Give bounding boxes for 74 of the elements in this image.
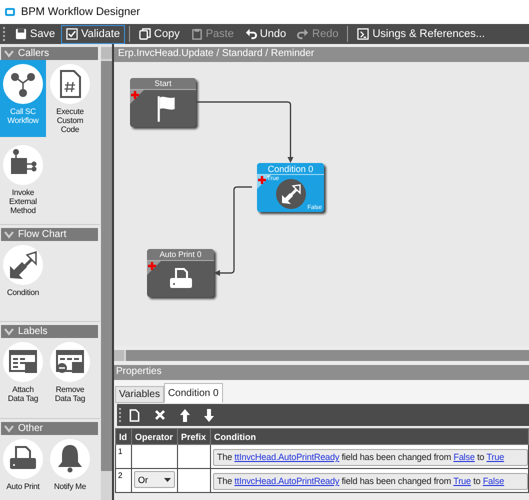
- checkbox-icon: [66, 28, 78, 40]
- delete-icon[interactable]: [154, 409, 166, 421]
- chevron-icon: [4, 424, 14, 432]
- chevron-icon: [4, 230, 14, 238]
- palette-item[interactable]: Attach Data Tag: [0, 338, 46, 412]
- column-header[interactable]: Prefix: [178, 428, 210, 444]
- breadcrumb-path: Erp.InvcHead.Update / Standard / Reminder: [114, 47, 529, 62]
- clipboard-icon: [190, 28, 203, 40]
- node-title: Start: [130, 78, 196, 90]
- toolbar-button[interactable]: Validate: [61, 24, 126, 44]
- redo-icon: [297, 28, 310, 40]
- section-header[interactable]: Callers: [1, 47, 98, 60]
- diagonal-arrows-icon: [3, 245, 43, 285]
- move-up-icon[interactable]: [180, 408, 190, 422]
- table-cell: 1: [116, 444, 132, 468]
- link[interactable]: False: [453, 452, 475, 462]
- condition-button[interactable]: The ttInvcHead.AutoPrintReady field has been changed from True to False: [213, 473, 528, 490]
- workflow-node[interactable]: Auto Print 0: [147, 249, 214, 297]
- save-icon: [15, 28, 27, 40]
- tab[interactable]: Condition 0: [164, 383, 223, 403]
- column-header[interactable]: Condition: [210, 428, 528, 444]
- toolbar-button[interactable]: Usings & References...: [352, 24, 490, 44]
- block-icon: [3, 145, 43, 185]
- operator-dropdown[interactable]: Or: [134, 471, 175, 488]
- chevron-icon: [4, 328, 14, 336]
- scrollbar[interactable]: [114, 350, 529, 361]
- palette-item[interactable]: Condition: [0, 241, 46, 315]
- section-title: Other: [18, 423, 44, 434]
- section-header[interactable]: Other: [1, 422, 98, 435]
- palette-item[interactable]: Auto Print: [0, 435, 46, 500]
- link[interactable]: ttInvcHead.AutoPrintReady: [234, 452, 340, 462]
- panel-header: Properties: [114, 365, 529, 380]
- hash-document-icon: [50, 64, 90, 104]
- workflow-node[interactable]: Start: [130, 78, 196, 127]
- link[interactable]: True: [453, 476, 471, 486]
- add-corner-icon[interactable]: [130, 90, 144, 104]
- scrollbar[interactable]: [101, 47, 112, 500]
- section-title: Callers: [18, 48, 50, 59]
- copy-icon: [139, 28, 152, 40]
- column-header[interactable]: Id: [116, 428, 132, 444]
- printer-icon: [3, 439, 43, 479]
- toolbar-button[interactable]: Undo: [240, 24, 292, 44]
- palette-item[interactable]: Notify Me: [47, 435, 93, 500]
- toolbar-button[interactable]: Copy: [134, 24, 185, 44]
- bell-icon: [50, 439, 90, 479]
- network-icon: [3, 64, 43, 104]
- undo-icon: [244, 28, 257, 40]
- chevron-icon: [4, 50, 14, 58]
- link[interactable]: ttInvcHead.AutoPrintReady: [234, 476, 340, 486]
- column-header[interactable]: Operator: [132, 428, 178, 444]
- window-icon: [357, 28, 370, 40]
- section-header[interactable]: Labels: [1, 325, 98, 338]
- palette-item[interactable]: Invoke External Method: [0, 141, 46, 218]
- condition-button[interactable]: The ttInvcHead.AutoPrintReady field has been changed from False to True: [213, 449, 528, 466]
- table-tag-icon: [3, 342, 43, 382]
- node-title: Auto Print 0: [147, 249, 214, 261]
- section-title: Labels: [18, 326, 48, 337]
- toolbar-button[interactable]: Save: [10, 24, 60, 44]
- palette-item[interactable]: Remove Data Tag: [47, 338, 93, 412]
- table-minus-icon: [50, 342, 90, 382]
- window-title: BPM Workflow Designer: [21, 6, 140, 18]
- palette-item[interactable]: Execute Custom Code: [47, 60, 93, 137]
- table-cell: 2: [116, 468, 132, 492]
- new-document-icon[interactable]: [129, 408, 140, 422]
- node-title: Condition 0: [257, 163, 324, 175]
- add-corner-icon[interactable]: [147, 261, 161, 275]
- link[interactable]: False: [482, 476, 504, 486]
- section-header[interactable]: Flow Chart: [1, 228, 98, 241]
- tab[interactable]: Variables: [115, 386, 164, 403]
- link[interactable]: True: [486, 452, 504, 462]
- section-title: Flow Chart: [18, 229, 66, 240]
- move-down-icon[interactable]: [204, 408, 214, 422]
- app-icon: [5, 8, 15, 16]
- caret-icon: [164, 478, 171, 482]
